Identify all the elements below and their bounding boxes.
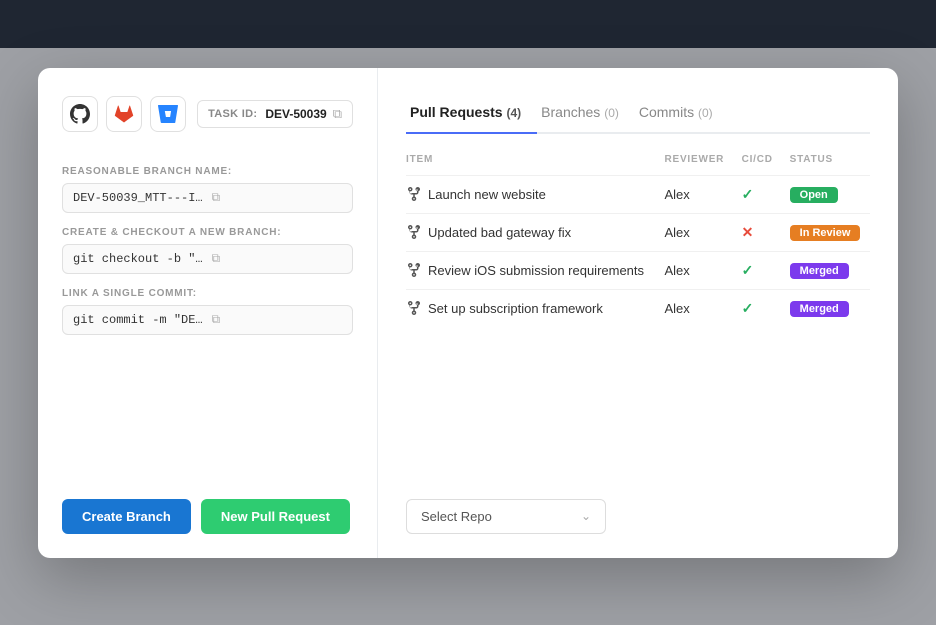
- table-row[interactable]: Updated bad gateway fix Alex ✕ In Review: [406, 213, 870, 251]
- branch-name-value: DEV-50039_MTT---Indicate-which-users-c..…: [73, 191, 204, 205]
- status-badge: In Review: [790, 225, 861, 241]
- task-id-label: TASK ID:: [208, 108, 257, 120]
- pr-status-2: Merged: [782, 251, 870, 289]
- tab-commits-count: (0): [698, 106, 713, 120]
- col-status: STATUS: [782, 154, 870, 176]
- tab-pull-requests[interactable]: Pull Requests (4): [406, 96, 537, 134]
- branch-name-field: DEV-50039_MTT---Indicate-which-users-c..…: [62, 183, 353, 213]
- new-pull-request-button[interactable]: New Pull Request: [201, 499, 350, 534]
- tab-pr-count: (4): [506, 106, 521, 120]
- task-id-box: TASK ID: DEV-50039 ⧉: [197, 100, 353, 128]
- pr-title-cell-1: Updated bad gateway fix: [406, 213, 656, 251]
- branch-name-copy-icon[interactable]: ⧉: [212, 191, 343, 205]
- task-id-copy-icon[interactable]: ⧉: [333, 106, 342, 122]
- pr-cicd-2: ✓: [734, 251, 782, 289]
- table-row[interactable]: Set up subscription framework Alex ✓ Merge…: [406, 289, 870, 327]
- tab-commits[interactable]: Commits (0): [635, 96, 729, 134]
- table-row[interactable]: Launch new website Alex ✓ Open: [406, 175, 870, 213]
- pr-reviewer-0: Alex: [656, 175, 733, 213]
- ci-pass-icon: ✓: [742, 186, 754, 202]
- commit-field: git commit -m "DEV-50039 - MTT - Indicat…: [62, 305, 353, 335]
- gitlab-icon-button[interactable]: [106, 96, 142, 132]
- ci-fail-icon: ✕: [742, 224, 754, 240]
- right-panel: Pull Requests (4) Branches (0) Commits (…: [378, 68, 898, 558]
- tab-branches[interactable]: Branches (0): [537, 96, 635, 134]
- bottom-row: Select Repo ⌄: [406, 479, 870, 534]
- status-badge: Merged: [790, 301, 849, 317]
- pr-cicd-0: ✓: [734, 175, 782, 213]
- ci-pass-icon: ✓: [742, 262, 754, 278]
- commit-value: git commit -m "DEV-50039 - MTT - Indicat…: [73, 313, 204, 327]
- modal: TASK ID: DEV-50039 ⧉ REASONABLE BRANCH N…: [38, 68, 898, 558]
- modal-overlay: TASK ID: DEV-50039 ⧉ REASONABLE BRANCH N…: [0, 0, 936, 625]
- pr-reviewer-1: Alex: [656, 213, 733, 251]
- status-badge: Merged: [790, 263, 849, 279]
- pr-table: ITEM REVIEWER CI/CD STATUS Launch new we…: [406, 154, 870, 327]
- github-icon-button[interactable]: [62, 96, 98, 132]
- pr-title: Review iOS submission requirements: [428, 263, 644, 278]
- pr-merge-icon: [406, 262, 422, 278]
- pr-title: Launch new website: [428, 187, 546, 202]
- checkout-copy-icon[interactable]: ⧉: [212, 252, 343, 266]
- repo-select-label: Select Repo: [421, 509, 492, 524]
- bitbucket-icon-button[interactable]: [150, 96, 186, 132]
- pr-status-3: Merged: [782, 289, 870, 327]
- tab-branches-label: Branches: [541, 104, 600, 120]
- pr-status-1: In Review: [782, 213, 870, 251]
- commit-copy-icon[interactable]: ⧉: [212, 313, 343, 327]
- pr-title-cell-0: Launch new website: [406, 175, 656, 213]
- pr-cicd-3: ✓: [734, 289, 782, 327]
- repo-select[interactable]: Select Repo ⌄: [406, 499, 606, 534]
- bottom-buttons: Create Branch New Pull Request: [62, 499, 353, 534]
- status-badge: Open: [790, 187, 838, 203]
- checkout-value: git checkout -b "DEV-50039_MTT---Indica.…: [73, 252, 204, 266]
- chevron-down-icon: ⌄: [581, 509, 591, 523]
- pr-title-cell-3: Set up subscription framework: [406, 289, 656, 327]
- table-row[interactable]: Review iOS submission requirements Alex ✓…: [406, 251, 870, 289]
- pr-merge-icon: [406, 186, 422, 202]
- pr-title: Set up subscription framework: [428, 301, 603, 316]
- pr-reviewer-3: Alex: [656, 289, 733, 327]
- branch-name-label: REASONABLE BRANCH NAME:: [62, 166, 353, 177]
- tab-pr-label: Pull Requests: [410, 104, 503, 120]
- col-reviewer: REVIEWER: [656, 154, 733, 176]
- pr-status-0: Open: [782, 175, 870, 213]
- checkout-field: git checkout -b "DEV-50039_MTT---Indica.…: [62, 244, 353, 274]
- task-id-value: DEV-50039: [265, 107, 326, 121]
- commit-label: LINK A SINGLE COMMIT:: [62, 288, 353, 299]
- pr-reviewer-2: Alex: [656, 251, 733, 289]
- col-cicd: CI/CD: [734, 154, 782, 176]
- checkout-label: CREATE & CHECKOUT A NEW BRANCH:: [62, 227, 353, 238]
- create-branch-button[interactable]: Create Branch: [62, 499, 191, 534]
- tab-commits-label: Commits: [639, 104, 694, 120]
- pr-merge-icon: [406, 224, 422, 240]
- pr-title-cell-2: Review iOS submission requirements: [406, 251, 656, 289]
- left-panel: TASK ID: DEV-50039 ⧉ REASONABLE BRANCH N…: [38, 68, 378, 558]
- ci-pass-icon: ✓: [742, 300, 754, 316]
- icon-row: TASK ID: DEV-50039 ⧉: [62, 96, 353, 132]
- tab-branches-count: (0): [604, 106, 619, 120]
- pr-title: Updated bad gateway fix: [428, 225, 571, 240]
- pr-cicd-1: ✕: [734, 213, 782, 251]
- col-item: ITEM: [406, 154, 656, 176]
- pr-merge-icon: [406, 300, 422, 316]
- tabs-row: Pull Requests (4) Branches (0) Commits (…: [406, 96, 870, 134]
